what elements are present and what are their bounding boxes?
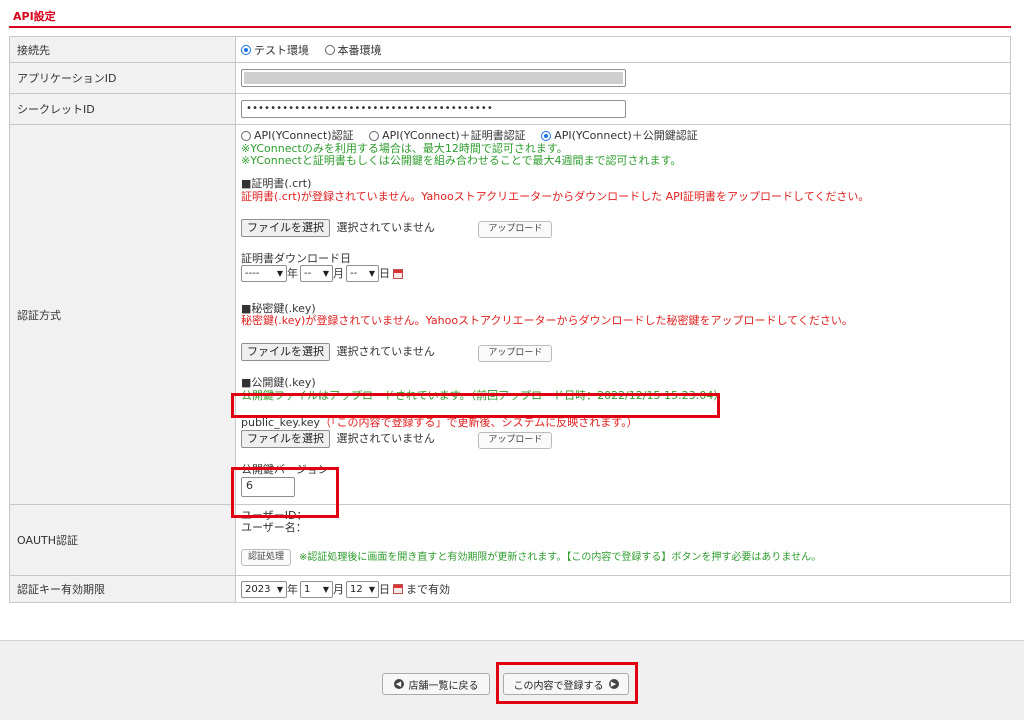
calendar-icon[interactable] [393,584,403,594]
cert-heading: ■証明書(.crt) [241,177,312,190]
cert-file-status: 選択されていません [336,221,435,234]
oauth-action-row: 認証処理 ※認証処理後に画面を開き直すと有効期限が更新されます。【この内容で登録… [241,549,821,566]
note-combined: ※YConnectと証明書もしくは公開鍵を組み合わせることで最大4週間まで認可さ… [241,154,682,167]
radio-prod-env[interactable]: 本番環境 [324,42,382,58]
chevron-left-icon: ◀ [393,679,404,689]
label-connection: 接続先 [9,36,236,63]
radio-yconnect-cert[interactable]: API(YConnect)＋証明書認証 [369,129,526,142]
oauth-note: ※認証処理後に画面を開き直すと有効期限が更新されます。【この内容で登録する】ボタ… [299,552,822,563]
cert-file-button[interactable]: ファイルを選択 [241,219,330,237]
highlight-box-public-key-status [231,393,720,418]
label-secret-id: シークレットID [9,93,236,125]
year-unit: 年 [287,267,298,280]
secret-key-file-button[interactable]: ファイルを選択 [241,343,330,361]
radio-checked-icon [241,44,251,55]
public-key-file-status: 選択されていません [336,432,435,445]
cert-file-row: ファイルを選択 選択されていません アップロード [241,219,553,238]
cert-day-select[interactable]: -- ▼ [346,265,379,282]
year-unit: 年 [287,583,298,596]
radio-unchecked-icon [369,130,380,141]
chevron-down-icon: ▼ [368,584,375,594]
secret-key-upload-button[interactable]: アップロード [478,345,553,362]
cert-warning: 証明書(.crt)が登録されていません。Yahooストアクリエーターからダウンロ… [241,190,870,203]
section-title: API設定 [13,10,56,23]
cert-month-select[interactable]: -- ▼ [300,265,333,282]
highlight-box-register-button [496,662,638,704]
cert-download-label: 証明書ダウンロード日 [241,252,351,265]
chevron-down-icon: ▼ [368,269,375,278]
cert-upload-button[interactable]: アップロード [478,221,553,238]
day-unit: 日 [379,267,390,280]
auth-method-content: API(YConnect)認証 API(YConnect)＋証明書認証 API(… [241,125,1010,504]
radio-unchecked-icon [324,44,335,55]
calendar-icon[interactable] [393,268,403,279]
row-app-id: アプリケーションID [9,62,1011,94]
redacted-value [244,72,623,84]
secret-id-input[interactable]: ••••••••••••••••••••••••••••••••••••••••… [241,100,626,118]
section-header: API設定 [9,0,1011,28]
expiry-month-select[interactable]: 1 ▼ [300,580,333,598]
radio-checked-icon [541,130,552,141]
highlight-box-public-key-version [231,467,339,518]
row-secret-id: シークレットID •••••••••••••••••••••••••••••••… [9,93,1011,125]
radio-test-env[interactable]: テスト環境 [241,42,309,58]
public-key-file-row: ファイルを選択 選択されていません アップロード [241,430,553,449]
secret-key-file-row: ファイルを選択 選択されていません アップロード [241,343,553,362]
month-unit: 月 [333,267,344,280]
app-id-input[interactable] [241,69,626,87]
row-oauth: OAUTH認証 ユーザーID： ユーザー名： 認証処理 ※認証処理後に画面を開き… [9,504,1011,576]
radio-yconnect[interactable]: API(YConnect)認証 [241,129,354,142]
expiry-suffix: まで有効 [406,583,450,596]
public-key-heading: ■公開鍵(.key) [241,376,316,389]
label-app-id: アプリケーションID [9,62,236,94]
chevron-down-icon: ▼ [322,269,329,278]
connection-options: テスト環境 本番環境 [235,36,1011,63]
label-auth-method: 認証方式 [9,124,236,505]
expiry-year-select[interactable]: 2023 ▼ [241,580,287,598]
oauth-user-name: ユーザー名： [241,521,307,534]
oauth-auth-button[interactable]: 認証処理 [241,549,292,566]
chevron-down-icon: ▼ [322,584,329,594]
public-key-upload-button[interactable]: アップロード [478,432,553,449]
chevron-down-icon: ▼ [276,269,283,278]
public-key-file-button[interactable]: ファイルを選択 [241,430,330,448]
back-to-shop-list-button[interactable]: ◀ 店舗一覧に戻る [382,673,490,695]
expiry-day-select[interactable]: 12 ▼ [346,580,379,598]
label-oauth: OAUTH認証 [9,504,236,576]
chevron-down-icon: ▼ [276,584,283,594]
expiry-date: 2023 ▼ 年 1 ▼ 月 12 ▼ 日 まで有効 [241,580,1010,598]
label-expiry: 認証キー有効期限 [9,575,236,603]
month-unit: 月 [333,583,344,596]
row-connection: 接続先 テスト環境 本番環境 [9,36,1011,63]
row-expiry: 認証キー有効期限 2023 ▼ 年 1 ▼ 月 12 ▼ 日 まで有効 [9,575,1011,603]
secret-key-warning: 秘密鍵(.key)が登録されていません。Yahooストアクリエーターからダウンロ… [241,314,853,327]
radio-yconnect-pubkey[interactable]: API(YConnect)＋公開鍵認証 [541,129,698,142]
cert-year-select[interactable]: ---- ▼ [241,265,287,282]
row-auth-method: 認証方式 API(YConnect)認証 API(YConnect)＋証明書認証… [9,124,1011,505]
api-settings-table: 接続先 テスト環境 本番環境 アプリケーションID シークレットID •••••… [9,36,1011,603]
radio-unchecked-icon [241,130,251,141]
day-unit: 日 [379,583,390,596]
secret-key-file-status: 選択されていません [336,345,435,358]
cert-download-date: ---- ▼ 年 -- ▼ 月 -- ▼ 日 [241,265,403,282]
oauth-content: ユーザーID： ユーザー名： 認証処理 ※認証処理後に画面を開き直すと有効期限が… [241,505,1010,575]
